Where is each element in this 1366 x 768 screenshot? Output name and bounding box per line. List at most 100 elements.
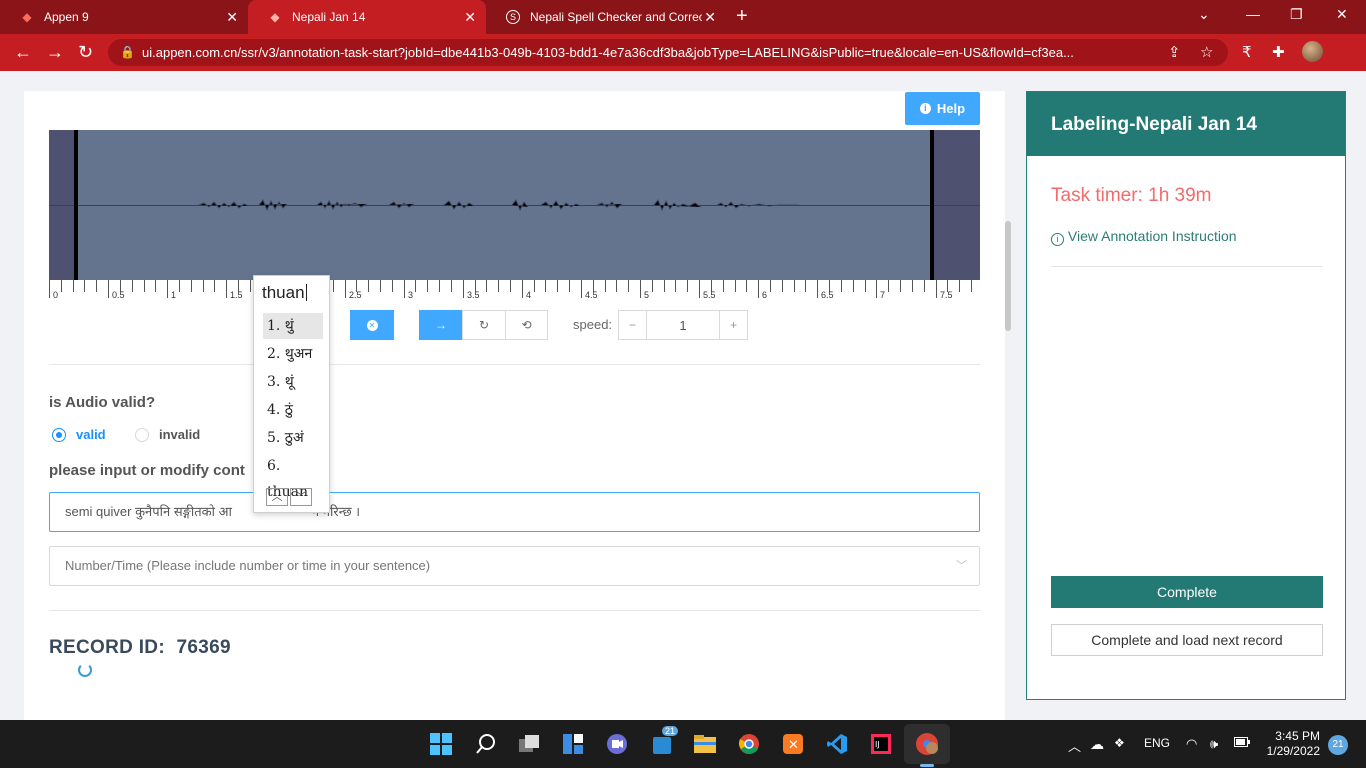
- ruler-tick: [415, 280, 416, 292]
- onedrive-icon[interactable]: ☁: [1090, 736, 1104, 753]
- ime-candidate[interactable]: 1. थुं: [263, 313, 323, 339]
- speed-decrease-button[interactable]: −: [618, 310, 647, 340]
- reload-icon[interactable]: ↻: [78, 42, 93, 62]
- tab-appen-9[interactable]: ◆ Appen 9 ✕: [0, 0, 248, 34]
- close-icon[interactable]: ✕: [464, 9, 476, 26]
- play-forward-button[interactable]: →: [419, 310, 463, 340]
- store-badge: 21: [662, 726, 679, 736]
- bookmark-star-icon[interactable]: ☆: [1200, 43, 1213, 61]
- widgets-icon[interactable]: [561, 732, 585, 756]
- section-divider: [49, 364, 980, 365]
- speed-input[interactable]: 1: [646, 310, 720, 340]
- speed-increase-button[interactable]: +: [719, 310, 748, 340]
- profile-avatar[interactable]: [1302, 41, 1323, 62]
- ruler-tick: [782, 280, 783, 292]
- ime-candidate[interactable]: 6. thuan: [263, 453, 323, 500]
- ruler-tick: [191, 280, 192, 292]
- chrome-icon[interactable]: [737, 732, 761, 756]
- ime-page-down-icon[interactable]: ﹀: [290, 488, 312, 506]
- radio-valid-label: valid: [76, 427, 106, 442]
- composition-text: thuan: [262, 283, 305, 302]
- tab-spell-checker[interactable]: S Nepali Spell Checker and Correct ✕: [486, 0, 726, 34]
- clear-button[interactable]: ✕: [350, 310, 394, 340]
- radio-invalid[interactable]: invalid: [135, 427, 200, 442]
- task-view-icon[interactable]: [517, 732, 541, 756]
- transcript-input[interactable]: semi quiver कुनैपनि सङ्गीतको आ नै गरिन्छ …: [49, 492, 980, 532]
- extensions-icon[interactable]: ✚: [1272, 43, 1285, 61]
- ruler-tick: [687, 280, 688, 292]
- complete-button[interactable]: Complete: [1051, 576, 1323, 608]
- tab-nepali-jan-14[interactable]: ◆ Nepali Jan 14 ✕: [248, 0, 486, 34]
- ruler-tick: [545, 280, 546, 292]
- ime-candidate-popup: thuan 1. थुं 2. थुअन 3. थूं 4. ठुं 5. ठु…: [253, 275, 330, 513]
- file-explorer-icon[interactable]: [693, 732, 717, 756]
- system-clock[interactable]: 3:45 PM 1/29/2022: [1262, 729, 1320, 759]
- ruler-tick: [61, 280, 62, 292]
- waveform-signal: [198, 199, 799, 212]
- record-id: RECORD ID: 76369: [49, 637, 231, 659]
- minimize-icon[interactable]: —: [1246, 6, 1260, 22]
- chevron-up-icon[interactable]: ︿: [1068, 736, 1081, 755]
- ruler-tick: [498, 280, 499, 292]
- ime-candidate[interactable]: 4. ठुं: [263, 397, 323, 423]
- region-end-handle[interactable]: [930, 130, 934, 280]
- language-indicator[interactable]: ENG: [1144, 736, 1170, 750]
- close-window-icon[interactable]: ✕: [1336, 6, 1348, 23]
- radio-valid[interactable]: valid: [52, 427, 106, 442]
- ruler-tick: [865, 280, 866, 292]
- vscode-icon[interactable]: [825, 732, 849, 756]
- ime-candidate[interactable]: 5. ठुअं: [263, 425, 323, 451]
- ruler-tick: [73, 280, 74, 292]
- speed-value: 1: [679, 317, 687, 333]
- time-ruler: 00.511.522.533.544.555.566.577.5: [49, 280, 980, 300]
- forward-icon[interactable]: →: [46, 42, 64, 62]
- ime-candidate[interactable]: 2. थुअन: [263, 341, 323, 367]
- teams-chat-icon[interactable]: [605, 732, 629, 756]
- loop-button[interactable]: ⟲: [505, 310, 548, 340]
- rupee-extension-icon[interactable]: ₹: [1242, 43, 1252, 61]
- ruler-label: 3: [408, 290, 414, 300]
- transcript-question: please input or modify cont: [49, 462, 245, 479]
- help-button[interactable]: i Help: [905, 92, 980, 125]
- share-icon[interactable]: ⇪: [1168, 43, 1181, 61]
- tab-search-icon[interactable]: ⌄: [1198, 6, 1210, 23]
- minus-icon: −: [628, 318, 636, 332]
- new-tab-icon[interactable]: +: [736, 5, 748, 28]
- close-icon[interactable]: ✕: [704, 9, 716, 26]
- replay-button[interactable]: ↻: [462, 310, 506, 340]
- volume-icon[interactable]: 🕪: [1210, 736, 1218, 752]
- audio-waveform[interactable]: [49, 130, 980, 280]
- xampp-icon[interactable]: ✕: [781, 732, 805, 756]
- ruler-tick: [758, 280, 759, 298]
- ime-candidate[interactable]: 3. थूं: [263, 369, 323, 395]
- notification-badge[interactable]: 21: [1328, 735, 1348, 755]
- number-time-select[interactable]: Number/Time (Please include number or ti…: [49, 546, 980, 586]
- task-side-panel: Labeling-Nepali Jan 14 Task timer: 1h 39…: [1026, 91, 1346, 700]
- dropbox-icon[interactable]: ❖: [1114, 736, 1125, 750]
- close-icon[interactable]: ✕: [226, 9, 238, 26]
- ruler-tick: [888, 280, 889, 292]
- search-icon[interactable]: [474, 732, 498, 756]
- appen-icon: ◆: [270, 10, 280, 24]
- active-app-indicator: [920, 764, 934, 767]
- ruler-tick: [49, 280, 50, 298]
- ruler-tick: [569, 280, 570, 292]
- complete-next-button[interactable]: Complete and load next record: [1051, 624, 1323, 656]
- back-icon[interactable]: ←: [14, 42, 32, 62]
- close-circle-icon: ✕: [366, 319, 378, 331]
- wifi-icon[interactable]: ◠: [1186, 736, 1197, 752]
- chrome-profile-icon[interactable]: [915, 732, 939, 756]
- start-icon[interactable]: [429, 732, 453, 756]
- view-instruction-link[interactable]: i View Annotation Instruction: [1051, 228, 1237, 246]
- scrollbar[interactable]: [1005, 221, 1011, 331]
- region-start-handle[interactable]: [74, 130, 78, 280]
- url-field[interactable]: 🔒 ui.appen.com.cn/ssr/v3/annotation-task…: [108, 39, 1228, 66]
- ruler-tick: [108, 280, 109, 298]
- maximize-icon[interactable]: ❐: [1290, 6, 1303, 23]
- store-icon[interactable]: 21: [650, 726, 679, 756]
- ime-page-up-icon[interactable]: ︿: [266, 488, 288, 506]
- loop-icon: ⟲: [521, 318, 532, 332]
- intellij-icon[interactable]: IJ: [869, 732, 893, 756]
- battery-icon[interactable]: [1234, 736, 1250, 750]
- ruler-tick: [628, 280, 629, 292]
